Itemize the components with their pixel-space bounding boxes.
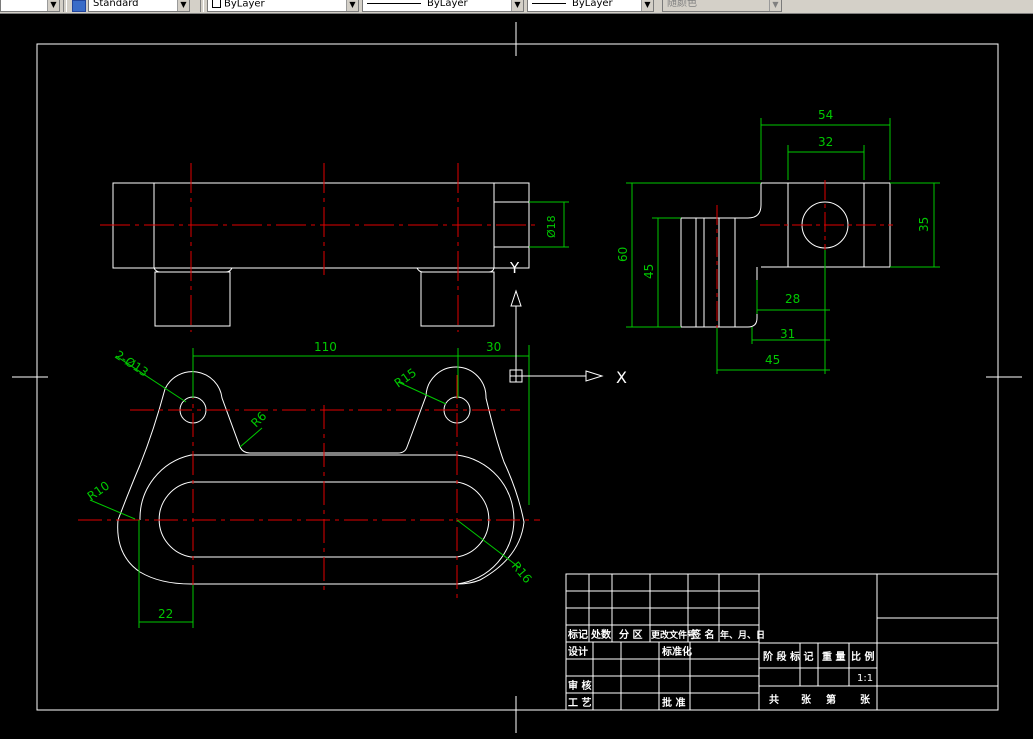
dim-top-dia: Ø18: [545, 215, 558, 238]
tb-process: 工 艺: [568, 696, 591, 709]
lineweight-value: ByLayer: [572, 0, 613, 9]
dim-side-54: 54: [818, 108, 833, 122]
text-style-icon: [72, 0, 86, 12]
dim-plan-22: 22: [158, 607, 173, 621]
chevron-down-icon[interactable]: ▼: [346, 0, 358, 11]
tb-weight: 重 量: [822, 650, 845, 663]
tb-marker: 标记: [567, 628, 588, 641]
tb-change-doc: 更改文件号: [651, 629, 696, 641]
dim-side-31: 31: [780, 327, 795, 341]
text-style-value: Standard: [93, 0, 139, 9]
dim-plan-110: 110: [314, 340, 337, 354]
linetype-preview-icon: [367, 2, 421, 4]
dim-side-45-vertical: 45: [642, 264, 656, 279]
color-swatch-icon: [212, 0, 221, 8]
tb-date: 年、月、日: [720, 629, 765, 641]
tb-count: 处数: [590, 628, 612, 641]
dim-side-60: 60: [616, 247, 630, 262]
tb-signature: 签 名: [690, 628, 714, 641]
ucs-x-label: X: [616, 368, 627, 387]
linetype-value: ByLayer: [427, 0, 468, 9]
chevron-down-icon[interactable]: ▼: [511, 0, 523, 11]
toolbar-separator: [63, 0, 67, 12]
chevron-down-icon[interactable]: ▼: [47, 0, 59, 11]
properties-toolbar: ▼ Standard ▼ ByLayer ▼ ByLayer ▼ ByLayer…: [0, 0, 1033, 14]
tb-sheet-unit1: 张: [801, 693, 812, 706]
left-partial-dropdown[interactable]: ▼: [0, 0, 60, 12]
dim-side-28: 28: [785, 292, 800, 306]
dim-side-35: 35: [917, 217, 931, 232]
tb-scale: 比 例: [851, 650, 874, 663]
dim-plan-30: 30: [486, 340, 501, 354]
tb-design: 设计: [568, 645, 588, 658]
toolbar-separator: [200, 0, 204, 12]
tb-scale-value: 1:1: [857, 673, 873, 684]
layer-dropdown[interactable]: ByLayer ▼: [207, 0, 359, 12]
tb-zone: 分 区: [619, 628, 642, 641]
plot-style-dropdown: 随颜色 ▼: [662, 0, 782, 12]
text-style-dropdown[interactable]: Standard ▼: [88, 0, 190, 12]
lineweight-preview-icon: [532, 2, 566, 4]
linetype-dropdown[interactable]: ByLayer ▼: [362, 0, 524, 12]
chevron-down-icon[interactable]: ▼: [177, 0, 189, 11]
lineweight-dropdown[interactable]: ByLayer ▼: [527, 0, 654, 12]
tb-standardize: 标准化: [661, 645, 692, 658]
tb-sheet-unit2: 张: [860, 693, 871, 706]
tb-page: 第: [826, 693, 836, 706]
dim-side-32: 32: [818, 135, 833, 149]
chevron-down-icon: ▼: [769, 0, 781, 11]
plot-style-value: 随颜色: [667, 0, 697, 9]
tb-review: 审 核: [568, 679, 591, 692]
layer-value: ByLayer: [224, 0, 265, 10]
drawing-canvas[interactable]: Ø18 54 32 35 60 45 28 31 45 110 30 2-Ø13…: [0, 14, 1033, 739]
tb-total: 共: [769, 693, 779, 706]
tb-approve: 批 准: [662, 696, 685, 709]
chevron-down-icon[interactable]: ▼: [641, 0, 653, 11]
dim-side-45-horizontal: 45: [765, 353, 780, 367]
ucs-y-label: Y: [509, 259, 520, 277]
tb-stage-mark: 阶 段 标 记: [763, 650, 813, 663]
